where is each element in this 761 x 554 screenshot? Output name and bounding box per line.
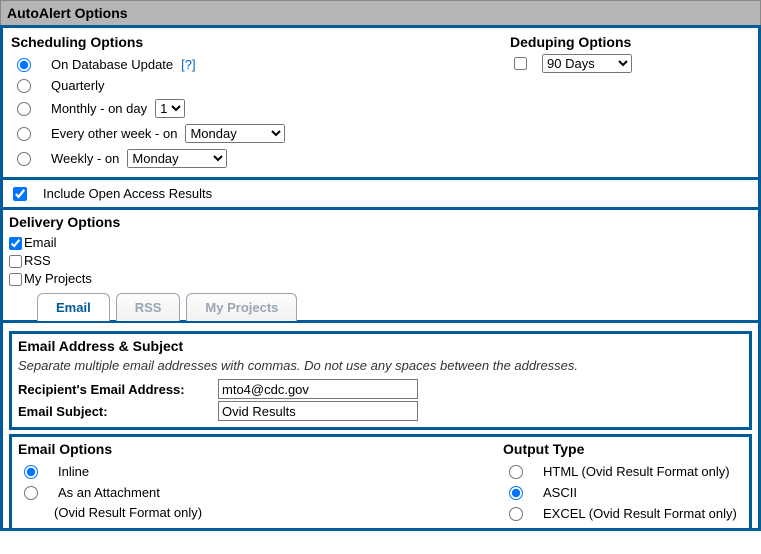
email-address-subject-heading: Email Address & Subject	[18, 338, 743, 354]
email-options-inline-label: Inline	[58, 464, 89, 479]
delivery-myprojects-checkbox[interactable]	[9, 273, 22, 286]
email-options-attachment-radio[interactable]	[24, 486, 38, 500]
output-type-ascii-label: ASCII	[543, 485, 577, 500]
recipient-email-input[interactable]	[218, 379, 418, 399]
schedule-monthly-label: Monthly - on day	[51, 101, 147, 116]
output-type-excel-radio[interactable]	[509, 507, 523, 521]
scheduling-deduping-box: Scheduling Options On Database Update [?]…	[0, 25, 761, 180]
schedule-monthly-radio[interactable]	[17, 102, 31, 116]
panel-title: AutoAlert Options	[0, 0, 761, 25]
email-options-attachment-label: As an Attachment	[58, 485, 160, 500]
tab-email[interactable]: Email	[37, 293, 110, 321]
schedule-eow-label: Every other week - on	[51, 126, 177, 141]
open-access-checkbox[interactable]	[13, 187, 27, 201]
delivery-email-label: Email	[24, 234, 57, 252]
output-type-heading: Output Type	[503, 441, 743, 457]
schedule-weekly-day-select[interactable]: Monday	[127, 149, 227, 168]
email-options-attachment-note: (Ovid Result Format only)	[54, 503, 503, 522]
scheduling-heading: Scheduling Options	[11, 34, 510, 50]
scheduling-column: Scheduling Options On Database Update [?]…	[11, 34, 510, 171]
schedule-monthly-day-select[interactable]: 1	[155, 99, 185, 118]
output-type-html-label: HTML (Ovid Result Format only)	[543, 464, 730, 479]
deduping-column: Deduping Options 90 Days	[510, 34, 750, 171]
email-hint: Separate multiple email addresses with c…	[18, 358, 743, 373]
schedule-quarterly-radio[interactable]	[17, 79, 31, 93]
output-type-excel-label: EXCEL (Ovid Result Format only)	[543, 506, 737, 521]
deduping-checkbox[interactable]	[514, 57, 527, 70]
output-type-ascii-radio[interactable]	[509, 486, 523, 500]
delivery-rss-checkbox[interactable]	[9, 255, 22, 268]
schedule-quarterly-label: Quarterly	[51, 78, 104, 93]
recipient-email-label: Recipient's Email Address:	[18, 382, 218, 397]
schedule-eow-radio[interactable]	[17, 127, 31, 141]
tab-rss[interactable]: RSS	[116, 293, 181, 321]
delivery-box: Delivery Options Email RSS My Projects E…	[0, 210, 761, 323]
open-access-label: Include Open Access Results	[43, 186, 212, 201]
deduping-select[interactable]: 90 Days	[542, 54, 632, 73]
output-type-column: Output Type HTML (Ovid Result Format onl…	[503, 441, 743, 524]
email-options-inline-radio[interactable]	[24, 465, 38, 479]
delivery-email-checkbox[interactable]	[9, 237, 22, 250]
schedule-on-db-update-label: On Database Update	[51, 57, 173, 72]
schedule-weekly-radio[interactable]	[17, 152, 31, 166]
help-icon[interactable]: [?]	[181, 57, 195, 72]
email-address-subject-box: Email Address & Subject Separate multipl…	[9, 331, 752, 430]
email-options-heading: Email Options	[18, 441, 503, 457]
email-options-output-box: Email Options Inline As an Attachment (O…	[9, 434, 752, 528]
schedule-on-db-update-radio[interactable]	[17, 58, 31, 72]
open-access-box: Include Open Access Results	[0, 180, 761, 210]
delivery-myprojects-label: My Projects	[24, 270, 92, 288]
delivery-rss-label: RSS	[24, 252, 51, 270]
delivery-tabs: Email RSS My Projects	[37, 293, 752, 321]
email-subject-input[interactable]	[218, 401, 418, 421]
output-type-html-radio[interactable]	[509, 465, 523, 479]
email-subject-label: Email Subject:	[18, 404, 218, 419]
schedule-eow-day-select[interactable]: Monday	[185, 124, 285, 143]
schedule-weekly-label: Weekly - on	[51, 151, 119, 166]
tab-my-projects[interactable]: My Projects	[186, 293, 297, 321]
tab-content: Email Address & Subject Separate multipl…	[0, 323, 761, 531]
delivery-heading: Delivery Options	[9, 214, 752, 230]
deduping-heading: Deduping Options	[510, 34, 750, 50]
email-options-column: Email Options Inline As an Attachment (O…	[18, 441, 503, 524]
